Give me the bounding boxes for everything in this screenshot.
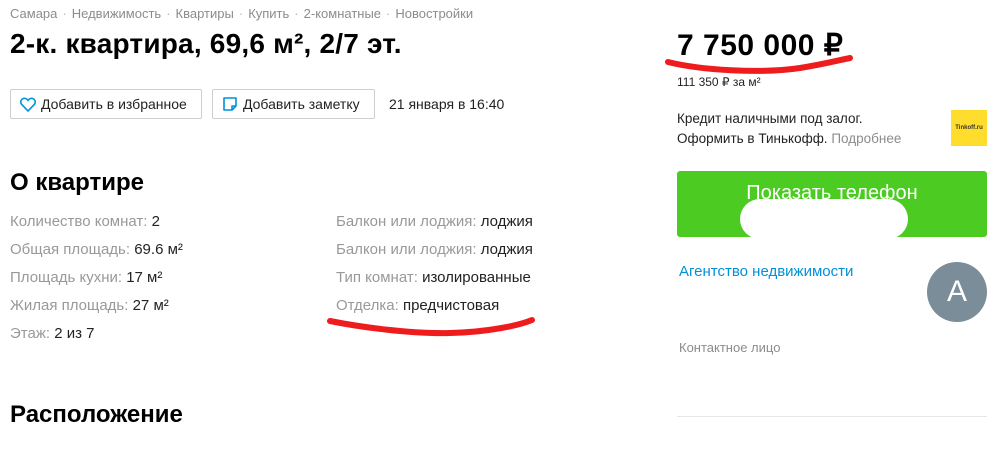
credit-offer-text: Оформить в Тинькофф. (677, 131, 828, 146)
param-key: Общая площадь: (10, 241, 131, 258)
param-value: 69.6 м² (134, 241, 183, 258)
param-value: изолированные (422, 269, 531, 286)
breadcrumb-separator: · (386, 6, 391, 21)
param-value: 2 из 7 (54, 325, 95, 342)
breadcrumb-separator: · (166, 6, 171, 21)
add-to-favorites-label: Добавить в избранное (41, 96, 187, 112)
param-value: 27 м² (132, 297, 169, 314)
param-key: Этаж: (10, 325, 51, 342)
param-kitchen-area: Площадь кухни: 17 м² (10, 269, 162, 286)
param-rooms: Количество комнат: 2 (10, 213, 160, 230)
param-key: Балкон или лоджия: (336, 213, 477, 230)
red-underline-finishing (327, 317, 535, 337)
param-total-area: Общая площадь: 69.6 м² (10, 241, 183, 258)
note-icon (223, 97, 237, 111)
param-value: 2 (151, 213, 160, 230)
credit-offer: Кредит наличными под залог. Оформить в Т… (677, 109, 901, 149)
contact-person-label: Контактное лицо (679, 340, 781, 355)
breadcrumb-separator: · (294, 6, 299, 21)
breadcrumb-item[interactable]: Самара (10, 6, 57, 21)
param-balcony: Балкон или лоджия: лоджия (336, 213, 533, 230)
param-key: Отделка: (336, 297, 399, 314)
page-title: 2-к. квартира, 69,6 м², 2/7 эт. (10, 28, 402, 59)
price: 7 750 000 ₽ (677, 29, 844, 62)
param-finishing: Отделка: предчистовая (336, 297, 499, 314)
redaction-mask (740, 199, 908, 239)
param-living-area: Жилая площадь: 27 м² (10, 297, 169, 314)
param-key: Тип комнат: (336, 269, 418, 286)
credit-offer-line: Кредит наличными под залог. (677, 111, 863, 126)
breadcrumb-separator: · (62, 6, 67, 21)
about-section-title: О квартире (10, 169, 144, 196)
credit-offer-line: Оформить в Тинькофф. Подробнее (677, 129, 901, 149)
breadcrumb-item[interactable]: Новостройки (395, 6, 473, 21)
breadcrumb-item[interactable]: Квартиры (176, 6, 234, 21)
add-to-favorites-button[interactable]: Добавить в избранное (10, 89, 202, 119)
location-section-title: Расположение (10, 401, 183, 428)
param-key: Количество комнат: (10, 213, 148, 230)
param-room-type: Тип комнат: изолированные (336, 269, 531, 286)
param-floor: Этаж: 2 из 7 (10, 325, 94, 342)
breadcrumb-separator: · (238, 6, 244, 21)
param-key: Площадь кухни: (10, 269, 123, 286)
param-key: Жилая площадь: (10, 297, 129, 314)
avatar[interactable]: А (927, 262, 987, 322)
param-value: лоджия (480, 213, 533, 230)
tinkoff-logo[interactable]: Tinkoff.ru (951, 110, 987, 146)
breadcrumb-item[interactable]: Купить (248, 6, 289, 21)
param-key: Балкон или лоджия: (336, 241, 477, 258)
divider (677, 416, 987, 417)
publish-date: 21 января в 16:40 (389, 96, 505, 112)
add-note-button[interactable]: Добавить заметку (212, 89, 375, 119)
add-note-label: Добавить заметку (243, 96, 360, 112)
param-value: предчистовая (402, 297, 500, 314)
param-value: 17 м² (126, 269, 163, 286)
heart-icon (20, 97, 36, 112)
credit-more-link[interactable]: Подробнее (831, 131, 901, 146)
breadcrumb-item[interactable]: Недвижимость (72, 6, 161, 21)
agency-link[interactable]: Агентство недвижимости (679, 263, 853, 280)
breadcrumb: Самара · Недвижимость · Квартиры · Купить · 2-ко… (10, 6, 473, 21)
price-per-m2: 111 350 ₽ за м² (677, 75, 761, 89)
param-value: лоджия (480, 241, 533, 258)
breadcrumb-item[interactable]: 2-комнатные (304, 6, 381, 21)
param-balcony: Балкон или лоджия: лоджия (336, 241, 533, 258)
